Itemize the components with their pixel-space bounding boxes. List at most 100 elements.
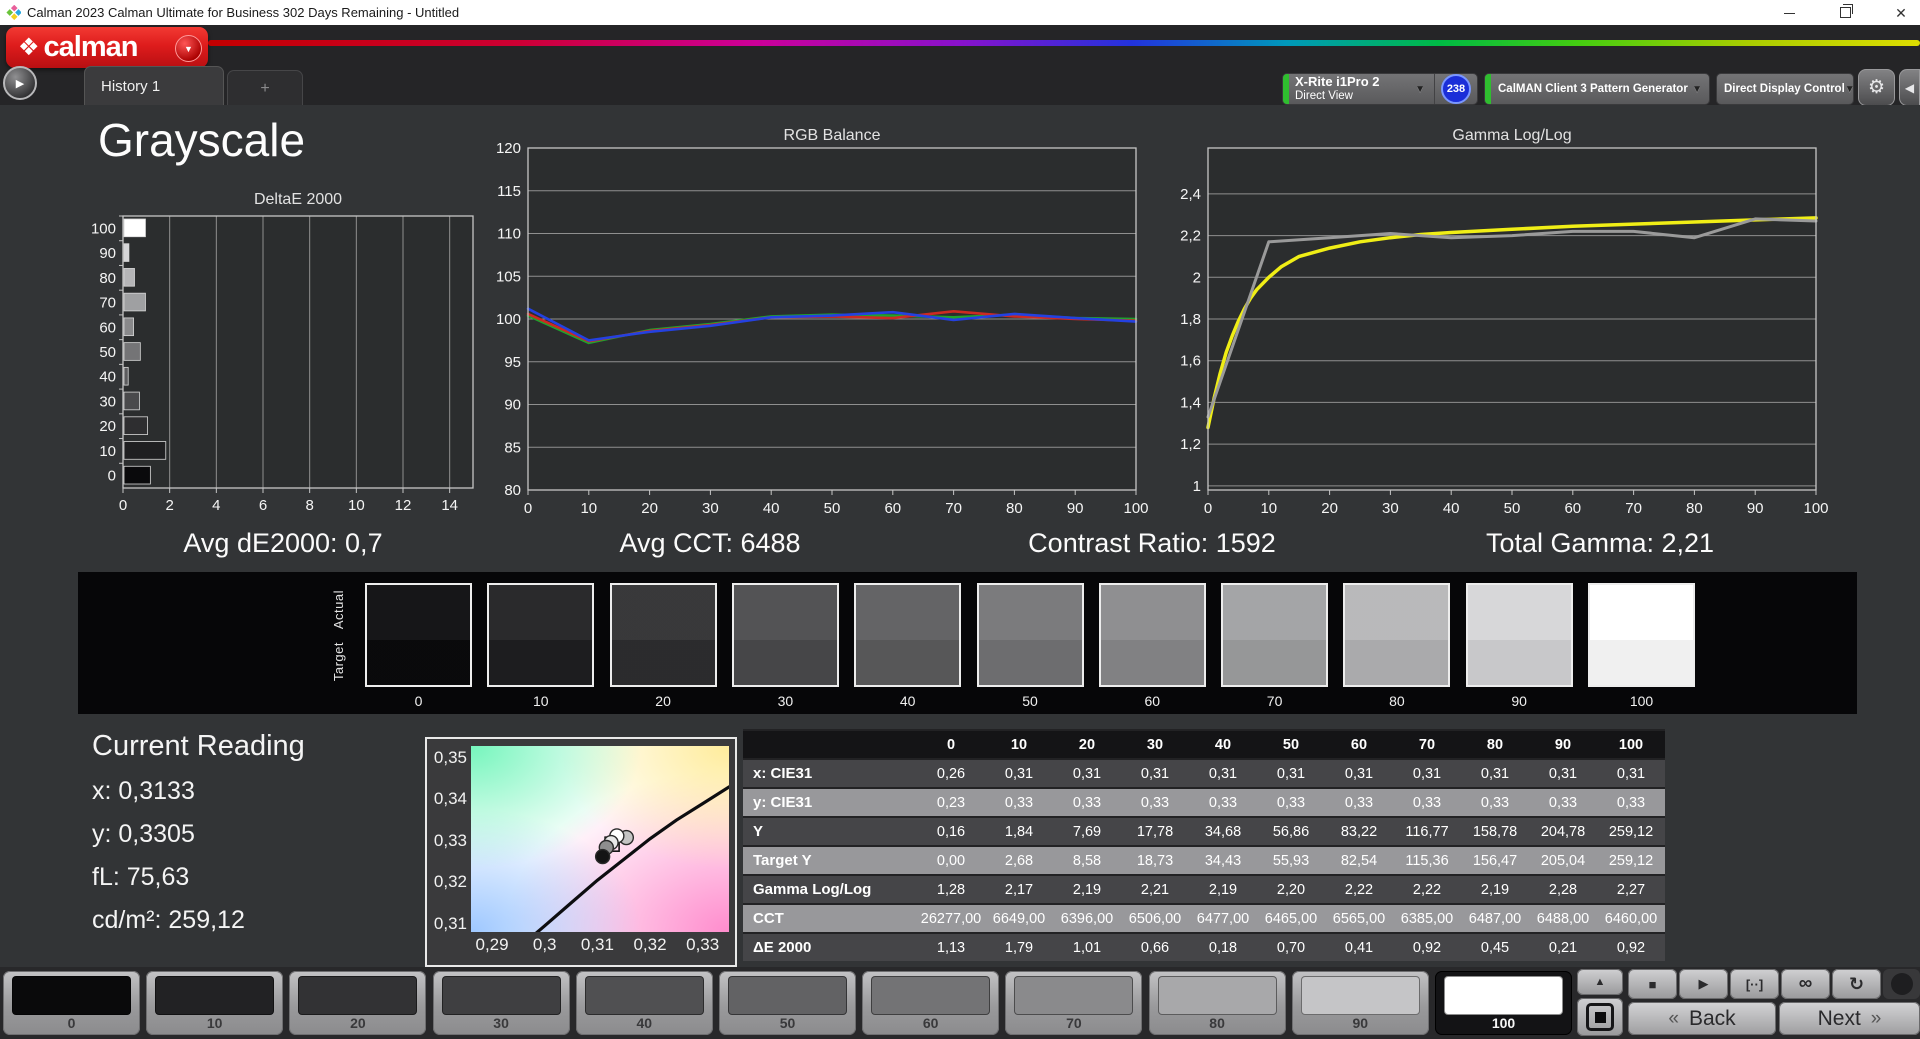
pattern-button-0[interactable]: 0 (3, 971, 140, 1035)
pattern-button-70[interactable]: 70 (1005, 971, 1143, 1035)
svg-text:80: 80 (99, 270, 116, 287)
table-cell: 0,31 (1140, 765, 1170, 782)
table-cell: 6465,00 (1264, 910, 1318, 927)
meter-dropdown[interactable]: X-Rite i1Pro 2 Direct View ▼ 238 (1282, 73, 1478, 105)
svg-text:10: 10 (1260, 500, 1277, 517)
pattern-button-50[interactable]: 50 (719, 971, 856, 1035)
collapse-panel-button[interactable]: ◀ (1899, 69, 1920, 106)
table-cell: 2,20 (1276, 881, 1306, 898)
table-cell: 0,31 (1616, 765, 1646, 782)
table-column-header: 0 (946, 736, 956, 753)
table-row: x: CIE31 0,26 0,31 0,31 0,31 0,31 0,31 0,31 0,31… (743, 759, 1665, 788)
swatch-label: 80 (1389, 693, 1405, 709)
logo-dropdown-button[interactable]: ▼ (175, 35, 202, 62)
play-icon: ▶ (15, 77, 25, 90)
table-cell: 1,13 (936, 939, 966, 956)
svg-text:10: 10 (348, 497, 365, 514)
calman-app-window: Calman 2023 Calman Ultimate for Business… (0, 0, 1920, 1039)
svg-text:80: 80 (1006, 500, 1023, 517)
pattern-button-90[interactable]: 90 (1291, 971, 1429, 1035)
pattern-generator-dropdown[interactable]: CalMAN Client 3 Pattern Generator ▼ (1484, 73, 1710, 105)
swatch-label: 30 (777, 693, 794, 709)
add-tab-button[interactable]: + (227, 70, 303, 106)
svg-text:60: 60 (99, 319, 116, 336)
svg-text:1,2: 1,2 (1180, 436, 1201, 453)
table-cell: 0,41 (1344, 939, 1374, 956)
pattern-button-20[interactable]: 20 (289, 971, 427, 1035)
stop-icon: ■ (1648, 976, 1657, 992)
stop-button[interactable]: ■ (1628, 969, 1677, 999)
svg-text:RGB Balance: RGB Balance (784, 128, 881, 144)
indicator-circle-icon (1890, 973, 1913, 995)
svg-text:14: 14 (441, 497, 458, 514)
table-cell: 205,04 (1540, 852, 1586, 869)
table-row-label: x: CIE31 (753, 765, 813, 782)
swatch-label: 40 (899, 693, 916, 709)
table-cell: 6649,00 (992, 910, 1046, 927)
refresh-button[interactable]: ↻ (1832, 969, 1881, 999)
svg-text:1,6: 1,6 (1180, 353, 1201, 370)
back-button[interactable]: « Back (1628, 1002, 1776, 1035)
swatch-label: 50 (1022, 693, 1038, 709)
tab-history-1[interactable]: History 1 (84, 66, 224, 105)
pattern-button-30[interactable]: 30 (432, 971, 570, 1035)
table-cell: 2,19 (1072, 881, 1102, 898)
run-page-button[interactable]: ▶ (3, 66, 37, 100)
svg-text:60: 60 (884, 500, 901, 517)
table-cell: 1,79 (1004, 939, 1034, 956)
pattern-window-toggle-button[interactable] (1577, 998, 1623, 1036)
pattern-label: 10 (206, 1015, 223, 1031)
stat-avg-cct: Avg CCT: 6488 (619, 528, 801, 558)
calman-logo-menu[interactable]: ❖ calman ▼ (6, 27, 208, 68)
close-button[interactable]: ✕ (1890, 3, 1912, 23)
svg-text:50: 50 (824, 500, 841, 517)
pattern-button-10[interactable]: 10 (146, 971, 284, 1035)
minimize-button[interactable] (1778, 3, 1800, 23)
table-cell: 17,78 (1136, 823, 1174, 840)
swatch-label: 60 (1144, 693, 1161, 709)
table-cell: 0,26 (936, 765, 966, 782)
pattern-label: 90 (1352, 1015, 1369, 1031)
stat-total-gamma: Total Gamma: 2,21 (1485, 528, 1715, 558)
separator (1434, 74, 1435, 104)
restore-button[interactable] (1834, 3, 1856, 23)
collapse-pattern-bar-button[interactable]: ▲ (1577, 969, 1623, 995)
pattern-button-60[interactable]: 60 (862, 971, 1000, 1035)
table-cell: 0,33 (1548, 794, 1578, 811)
pattern-button-100[interactable]: 100 (1435, 971, 1572, 1035)
pattern-swatch (298, 976, 418, 1015)
status-indicator (1883, 969, 1920, 999)
table-cell: 0,31 (1344, 765, 1374, 782)
pattern-window-button[interactable]: [··] (1730, 969, 1779, 999)
loop-button[interactable]: ∞ (1781, 969, 1830, 999)
table-cell: 0,33 (1004, 794, 1034, 811)
target-row-label: Target (331, 642, 346, 682)
app-header: ❖ calman ▼ ▶ History 1 + X-Rite i1Pro 2 … (0, 25, 1920, 106)
cie-overlay (535, 785, 729, 932)
svg-text:6: 6 (259, 497, 267, 514)
swatch-actual-target-0 (365, 583, 472, 687)
pattern-button-40[interactable]: 40 (575, 971, 713, 1035)
svg-text:0: 0 (119, 497, 127, 514)
measurement-table: 0 10 20 30 40 50 60 70 80 90 100 x: CIE31 0,26 0,31 0,… (743, 729, 1665, 961)
svg-text:2: 2 (165, 497, 173, 514)
source-status-bar (1485, 74, 1491, 104)
svg-text:90: 90 (504, 397, 521, 414)
display-control-dropdown[interactable]: Direct Display Control ▼ (1716, 73, 1855, 105)
table-cell: 34,43 (1204, 852, 1242, 869)
pattern-label: 100 (1491, 1015, 1516, 1031)
table-cell: 0,33 (1616, 794, 1646, 811)
play-button[interactable]: ▶ (1679, 969, 1728, 999)
svg-text:1,4: 1,4 (1180, 394, 1201, 411)
settings-button[interactable]: ⚙ (1858, 69, 1895, 106)
table-cell: 158,78 (1472, 823, 1518, 840)
calman-diamond-icon: ❖ (18, 34, 40, 61)
reading-fl: fL: 75,63 (92, 863, 190, 891)
table-row: Gamma Log/Log 1,28 2,17 2,19 2,21 2,19 2,20 2,2… (743, 875, 1665, 904)
pattern-button-80[interactable]: 80 (1148, 971, 1286, 1035)
gear-icon: ⚙ (1867, 77, 1886, 98)
next-button[interactable]: Next » (1779, 1002, 1920, 1035)
svg-text:0: 0 (524, 500, 532, 517)
table-cell: 259,12 (1608, 852, 1654, 869)
pattern-window-icon: [··] (1745, 976, 1764, 992)
